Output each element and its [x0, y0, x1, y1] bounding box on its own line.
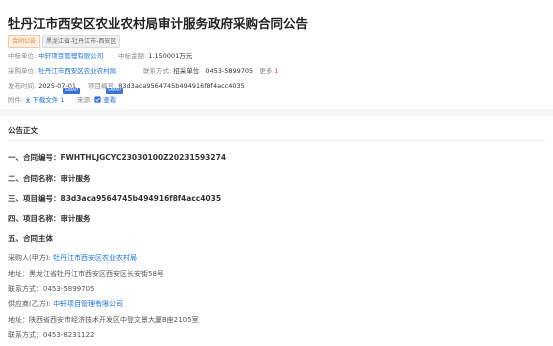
download-label: 下载文件 1: [32, 96, 65, 104]
project-number: 三、项目编号：83d3aca9564745b494916f8f4acc4035: [8, 194, 222, 203]
buyer-party-row: 采购人(甲方): 牡丹江市西安区农业农村局: [8, 253, 137, 263]
supplier-link[interactable]: 中轩项目管理有限公司: [53, 300, 123, 308]
buyer-party-link[interactable]: 牡丹江市西安区农业农村局: [53, 254, 137, 262]
buyer-link[interactable]: 牡丹江市西安区农业农村局: [38, 67, 116, 75]
more-count-badge: 1: [274, 67, 279, 75]
contract-number: 一、合同编号：FWHTHLJGCYC23030100Z20231593274: [8, 153, 227, 162]
amount-row: 中标金额: 1.150001万元: [118, 50, 192, 60]
divider: [8, 140, 545, 141]
contact-row: 联系方式: 招采单位 0453-5899705 更多 1: [143, 65, 278, 75]
attach-row: 附件: 下载文件 1: [8, 94, 64, 104]
contact-label: 联系方式:: [143, 67, 172, 75]
source-link[interactable]: 查看: [94, 96, 116, 104]
supplier-phone: 联系方式：0453-8231122: [8, 331, 95, 339]
contact-hint: 招采单位: [173, 67, 200, 75]
contract-name: 二、合同名称：审计服务: [8, 174, 91, 183]
contract-parties-heading: 五、合同主体: [8, 234, 53, 243]
header-card: 牡丹江市西安区农业农村局审计服务政府采购合同公告 合同公告 黑龙江省-牡丹江市-…: [0, 0, 553, 109]
supplier-address: 地址：陕西省西安市经济技术开发区中登文景大厦B座2105室: [8, 316, 199, 324]
section-title: 公告正文: [8, 126, 38, 135]
more-button[interactable]: 更多: [259, 67, 272, 75]
winner-row: 中标单位: 中轩项目管理有限公司: [8, 50, 103, 60]
amount-label: 中标金额:: [118, 52, 147, 60]
page-title: 牡丹江市西安区农业农村局审计服务政府采购合同公告: [8, 16, 309, 31]
winner-link[interactable]: 中轩项目管理有限公司: [38, 52, 103, 60]
winner-label: 中标单位:: [8, 52, 37, 60]
amount-value: 1.150001万元: [148, 52, 193, 60]
region-tag: 黑龙江省-牡丹江市-西安区: [42, 35, 121, 48]
source-label: 来源:: [77, 96, 93, 104]
supplier-label: 供应商(乙方):: [8, 300, 51, 308]
buyer-address: 地址：黑龙江省牡丹江市西安区西安区长安街58号: [8, 270, 164, 278]
buyer-party-label: 采购人(甲方):: [8, 254, 51, 262]
project-no-value: 83d3aca9564745b494916f8f4acc4035: [118, 82, 245, 90]
supplier-row: 供应商(乙方): 中轩项目管理有限公司: [8, 299, 123, 309]
download-link[interactable]: 下载文件 1: [25, 96, 64, 104]
buyer-label: 采购单位:: [8, 67, 37, 75]
contact-value: 0453-5899705: [205, 67, 254, 75]
buyer-phone: 联系方式：0453-5899705: [8, 285, 95, 293]
download-icon: [26, 97, 31, 103]
buyer-row: 采购单位: 牡丹江市西安区农业农村局: [8, 65, 116, 75]
attach-label: 附件:: [8, 96, 24, 104]
check-icon: [94, 96, 101, 103]
source-view-label: 查看: [103, 96, 117, 104]
type-tag: 合同公告: [8, 35, 41, 48]
source-row: 来源: 查看: [77, 94, 116, 104]
body-card: 公告正文 一、合同编号：FWHTHLJGCYC23030100Z20231593…: [0, 116, 553, 346]
project-name: 四、项目名称：审计服务: [8, 214, 91, 223]
publish-label: 发布时间:: [8, 82, 37, 90]
